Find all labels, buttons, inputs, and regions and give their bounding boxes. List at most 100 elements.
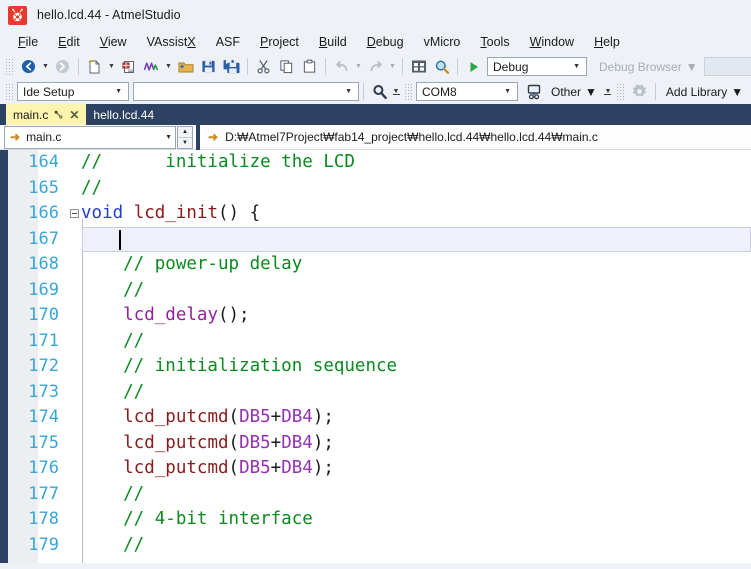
code-line[interactable]: 169 // bbox=[8, 278, 751, 304]
other-combo[interactable]: Other ▼ bbox=[545, 81, 603, 102]
menu-vassistx[interactable]: VAssistX bbox=[137, 33, 206, 51]
line-number: 165 bbox=[28, 177, 59, 198]
scope-spinner[interactable]: ▲ ▼ bbox=[177, 125, 193, 149]
navigate-back-dropdown[interactable]: ▼ bbox=[40, 56, 51, 77]
code-line[interactable]: 167 // bbox=[8, 226, 751, 252]
code-token: ); bbox=[312, 458, 334, 478]
tab-main-c[interactable]: main.c ⊷ ✕ bbox=[6, 104, 87, 125]
code-line[interactable]: 177 // bbox=[8, 482, 751, 508]
menu-build[interactable]: Build bbox=[309, 33, 357, 51]
code-token: // bbox=[81, 483, 145, 504]
redo-icon[interactable] bbox=[364, 56, 387, 77]
code-token: ( bbox=[228, 458, 240, 478]
toolbar-grip-icon[interactable] bbox=[5, 58, 14, 75]
menu-tools[interactable]: Tools bbox=[470, 33, 519, 51]
menu-asf[interactable]: ASF bbox=[206, 33, 250, 51]
code-line[interactable]: 176 lcd_putcmd(DB5+DB4); bbox=[8, 456, 751, 482]
save-icon[interactable] bbox=[197, 56, 220, 77]
menu-vmicro[interactable]: vMicro bbox=[414, 33, 471, 51]
navigation-bar: ➜ main.c ▼ ▲ ▼ ➜ D:₩Atmel7Project₩fab14_… bbox=[0, 124, 751, 150]
chevron-down-icon: ▼ bbox=[115, 88, 122, 95]
copy-icon[interactable] bbox=[275, 56, 298, 77]
file-path-breadcrumb[interactable]: ➜ D:₩Atmel7Project₩fab14_project₩hello.l… bbox=[200, 130, 598, 144]
close-icon[interactable]: ✕ bbox=[69, 108, 79, 122]
asf-wizard-dropdown[interactable]: ▼ bbox=[163, 56, 174, 77]
paste-icon[interactable] bbox=[298, 56, 321, 77]
tab-main-c-label: main.c bbox=[13, 107, 49, 122]
redo-dropdown[interactable]: ▼ bbox=[387, 56, 398, 77]
magnifier-icon[interactable] bbox=[368, 81, 391, 102]
save-all-icon[interactable] bbox=[220, 56, 243, 77]
board-select-combo[interactable]: ▼ bbox=[133, 82, 359, 101]
ide-setup-combo[interactable]: Ide Setup ▼ bbox=[17, 82, 129, 101]
pin-icon[interactable]: ⊷ bbox=[50, 106, 67, 123]
scope-combo[interactable]: ➜ main.c ▼ bbox=[4, 125, 176, 149]
code-token: + bbox=[270, 432, 282, 453]
toolbar-grip-icon[interactable] bbox=[404, 83, 413, 100]
new-file-icon[interactable] bbox=[117, 56, 140, 77]
fold-collapse-icon[interactable] bbox=[68, 209, 81, 219]
open-folder-icon[interactable] bbox=[174, 56, 197, 77]
find-magnifier-icon[interactable] bbox=[430, 56, 453, 77]
debug-browser-combo[interactable]: Debug Browser ▼ bbox=[593, 56, 704, 77]
menu-window[interactable]: Window bbox=[520, 33, 584, 51]
code-line[interactable]: 170 lcd_delay(); bbox=[8, 303, 751, 329]
navigate-forward-icon[interactable] bbox=[51, 56, 74, 77]
code-line[interactable]: 166 void lcd_init() { bbox=[8, 201, 751, 227]
undo-icon[interactable] bbox=[330, 56, 353, 77]
solution-explorer-icon[interactable] bbox=[407, 56, 430, 77]
document-tab-strip: main.c ⊷ ✕ hello.lcd.44 bbox=[0, 104, 751, 125]
menu-project[interactable]: Project bbox=[250, 33, 309, 51]
toolbar-grip-icon[interactable] bbox=[5, 83, 14, 100]
tab-hello-lcd-44[interactable]: hello.lcd.44 bbox=[86, 104, 161, 125]
menu-help[interactable]: Help bbox=[584, 33, 630, 51]
chevron-down-icon: ▼ bbox=[685, 59, 698, 74]
menu-view[interactable]: View bbox=[90, 33, 137, 51]
code-token: DB4 bbox=[281, 458, 313, 478]
code-line[interactable]: 174 lcd_putcmd(DB5+DB4); bbox=[8, 405, 751, 431]
code-lines-container[interactable]: 164 // initialize the LCD 165 // 166 void lcd… bbox=[8, 150, 751, 563]
start-debugging-play-icon[interactable] bbox=[462, 56, 485, 77]
line-number: 168 bbox=[28, 254, 59, 274]
gear-icon[interactable] bbox=[628, 81, 651, 102]
toolbar-overflow-icon[interactable]: ▼ bbox=[603, 81, 613, 102]
menu-file[interactable]: File bbox=[8, 33, 48, 51]
debug-browser-value-box[interactable] bbox=[703, 57, 751, 76]
code-line[interactable]: 164 // initialize the LCD bbox=[8, 150, 751, 176]
code-line[interactable]: 178 // 4-bit interface bbox=[8, 507, 751, 533]
undo-dropdown[interactable]: ▼ bbox=[353, 56, 364, 77]
new-project-dropdown[interactable]: ▼ bbox=[106, 56, 117, 77]
title-bar: hello.lcd.44 - AtmelStudio bbox=[0, 0, 751, 30]
code-line[interactable]: 168 // power-up delay bbox=[8, 252, 751, 278]
code-line[interactable]: 172 // initialization sequence bbox=[8, 354, 751, 380]
code-line[interactable]: 179 // bbox=[8, 533, 751, 559]
cut-icon[interactable] bbox=[252, 56, 275, 77]
code-token: DB4 bbox=[281, 432, 313, 453]
port-combo[interactable]: COM8 ▼ bbox=[416, 82, 518, 101]
window-title: hello.lcd.44 - AtmelStudio bbox=[37, 8, 181, 22]
code-token: // bbox=[81, 330, 145, 351]
asf-wizard-icon[interactable] bbox=[140, 56, 163, 77]
spin-down-icon[interactable]: ▼ bbox=[178, 138, 192, 148]
navigate-back-icon[interactable] bbox=[17, 56, 40, 77]
code-editor[interactable]: 164 // initialize the LCD 165 // 166 void lcd… bbox=[0, 150, 751, 563]
toolbar-grip-icon[interactable] bbox=[615, 83, 625, 100]
menu-edit[interactable]: Edit bbox=[48, 33, 90, 51]
menu-debug[interactable]: Debug bbox=[357, 33, 414, 51]
code-token: // initialization sequence bbox=[81, 356, 398, 376]
code-line[interactable]: 175 lcd_putcmd(DB5+DB4); bbox=[8, 431, 751, 457]
new-project-icon[interactable] bbox=[83, 56, 106, 77]
code-line[interactable]: 173 // bbox=[8, 380, 751, 406]
configuration-combo[interactable]: Debug ▼ bbox=[487, 57, 587, 76]
code-line[interactable]: 165 // bbox=[8, 176, 751, 202]
text-cursor bbox=[119, 229, 121, 250]
code-text: lcd_putcmd(DB5+DB4); bbox=[81, 456, 751, 482]
code-line[interactable]: 171 // bbox=[8, 329, 751, 355]
upload-device-icon[interactable] bbox=[522, 81, 545, 102]
spin-up-icon[interactable]: ▲ bbox=[178, 127, 192, 138]
toolbar-overflow-icon[interactable]: ▼ bbox=[391, 81, 401, 102]
code-token: // bbox=[81, 177, 103, 198]
add-library-combo[interactable]: Add Library ▼ bbox=[660, 81, 749, 102]
debug-browser-label: Debug Browser bbox=[599, 59, 682, 74]
